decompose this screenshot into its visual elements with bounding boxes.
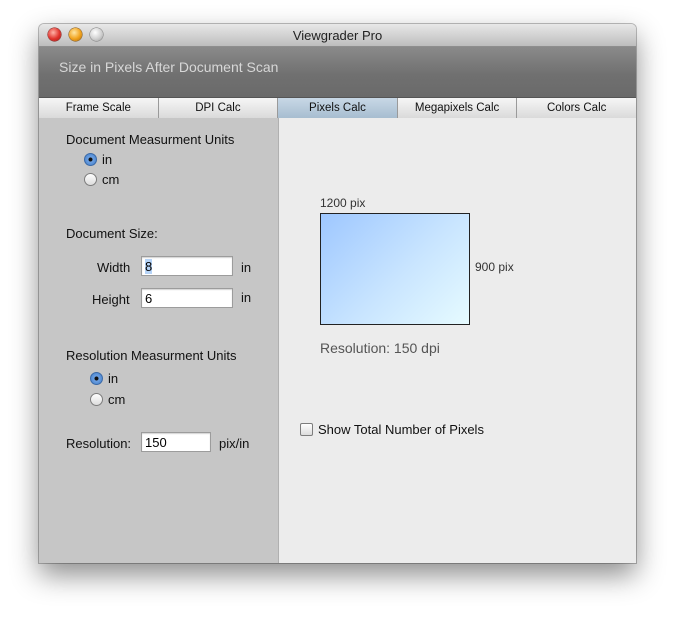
resolution-unit: pix/in [219, 436, 250, 451]
document-units-cm-label[interactable]: cm [102, 172, 119, 187]
resolution-units-cm-label[interactable]: cm [108, 392, 125, 407]
image-size-preview [320, 213, 470, 325]
width-label: Width [97, 260, 131, 275]
resolution-units-in-radio[interactable] [90, 372, 103, 385]
height-unit: in [241, 290, 252, 305]
tab-bar: Frame Scale DPI Calc Pixels Calc Megapix… [39, 97, 636, 119]
resolution-value: 150 [145, 435, 167, 450]
tab-pixels-calc[interactable]: Pixels Calc [278, 98, 398, 118]
header-bar: Size in Pixels After Document Scan [39, 47, 636, 97]
title-bar: Viewgrader Pro [39, 24, 636, 47]
settings-panel: Document Measurment Units in cm Document… [39, 118, 279, 563]
document-units-cm-radio[interactable] [84, 173, 97, 186]
resolution-units-in-label[interactable]: in [108, 371, 118, 386]
width-unit: in [241, 260, 252, 275]
document-units-heading: Document Measurment Units [66, 132, 235, 147]
app-window: Viewgrader Pro Size in Pixels After Docu… [39, 24, 636, 563]
page-subtitle: Size in Pixels After Document Scan [59, 59, 279, 75]
width-pixels-label: 1200 pix [320, 196, 366, 210]
resolution-units-cm-radio[interactable] [90, 393, 103, 406]
resolution-result-text: Resolution: 150 dpi [320, 340, 440, 356]
show-total-pixels-label[interactable]: Show Total Number of Pixels [318, 422, 484, 437]
height-label: Height [92, 292, 130, 307]
document-units-in-label[interactable]: in [102, 152, 112, 167]
tab-dpi-calc[interactable]: DPI Calc [158, 98, 279, 118]
height-field[interactable]: 6 [141, 288, 233, 308]
show-total-pixels-checkbox[interactable] [300, 423, 313, 436]
width-field[interactable]: 8 [141, 256, 233, 276]
result-panel: 1200 pix 900 pix Resolution: 150 dpi Sho… [279, 118, 636, 563]
height-value: 6 [145, 291, 153, 306]
tab-megapixels-calc[interactable]: Megapixels Calc [397, 98, 518, 118]
resolution-label: Resolution: [66, 436, 132, 451]
width-value: 8 [145, 259, 153, 274]
height-pixels-label: 900 pix [475, 260, 514, 274]
resolution-units-heading: Resolution Measurment Units [66, 348, 237, 363]
tab-colors-calc[interactable]: Colors Calc [517, 98, 636, 118]
document-size-heading: Document Size: [66, 226, 158, 241]
tab-frame-scale[interactable]: Frame Scale [39, 98, 159, 118]
document-units-in-radio[interactable] [84, 153, 97, 166]
resolution-field[interactable]: 150 [141, 432, 211, 452]
window-title: Viewgrader Pro [292, 28, 383, 43]
